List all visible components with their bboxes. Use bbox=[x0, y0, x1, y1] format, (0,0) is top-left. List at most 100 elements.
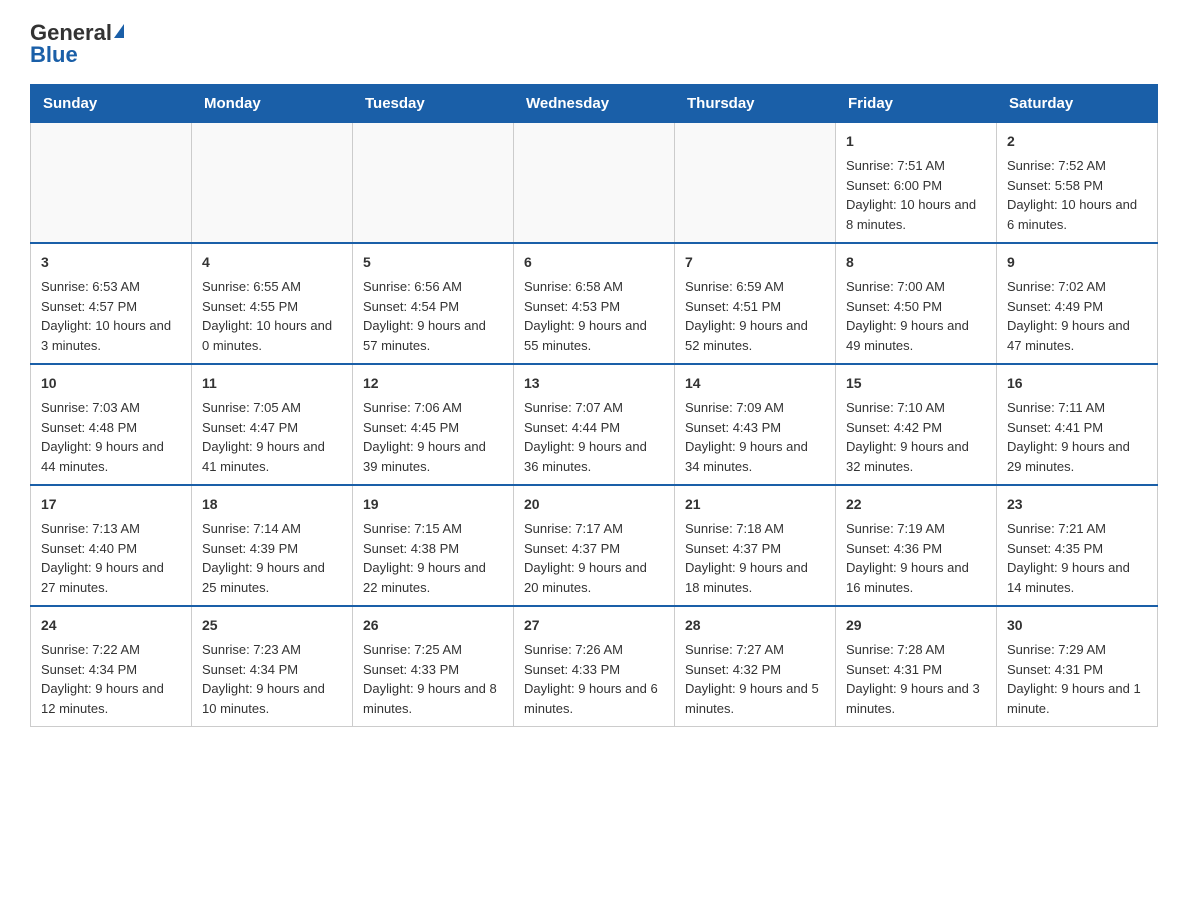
sunrise-text: Sunrise: 7:05 AM bbox=[202, 400, 301, 415]
calendar-header-thursday: Thursday bbox=[675, 85, 836, 123]
calendar-cell: 21Sunrise: 7:18 AMSunset: 4:37 PMDayligh… bbox=[675, 485, 836, 606]
daylight-text: Daylight: 9 hours and 18 minutes. bbox=[685, 560, 808, 595]
calendar-week-row: 1Sunrise: 7:51 AMSunset: 6:00 PMDaylight… bbox=[31, 123, 1158, 244]
calendar-cell: 6Sunrise: 6:58 AMSunset: 4:53 PMDaylight… bbox=[514, 243, 675, 364]
day-number: 29 bbox=[846, 615, 986, 636]
calendar-cell: 2Sunrise: 7:52 AMSunset: 5:58 PMDaylight… bbox=[997, 123, 1158, 244]
calendar-cell: 11Sunrise: 7:05 AMSunset: 4:47 PMDayligh… bbox=[192, 364, 353, 485]
calendar-cell: 18Sunrise: 7:14 AMSunset: 4:39 PMDayligh… bbox=[192, 485, 353, 606]
sunrise-text: Sunrise: 7:00 AM bbox=[846, 279, 945, 294]
day-number: 22 bbox=[846, 494, 986, 515]
day-number: 7 bbox=[685, 252, 825, 273]
sunrise-text: Sunrise: 6:58 AM bbox=[524, 279, 623, 294]
calendar-header-row: SundayMondayTuesdayWednesdayThursdayFrid… bbox=[31, 85, 1158, 123]
sunrise-text: Sunrise: 7:07 AM bbox=[524, 400, 623, 415]
day-number: 8 bbox=[846, 252, 986, 273]
calendar-cell: 10Sunrise: 7:03 AMSunset: 4:48 PMDayligh… bbox=[31, 364, 192, 485]
sunset-text: Sunset: 4:57 PM bbox=[41, 299, 137, 314]
sunset-text: Sunset: 5:58 PM bbox=[1007, 178, 1103, 193]
daylight-text: Daylight: 9 hours and 34 minutes. bbox=[685, 439, 808, 474]
sunset-text: Sunset: 4:44 PM bbox=[524, 420, 620, 435]
sunset-text: Sunset: 4:54 PM bbox=[363, 299, 459, 314]
sunset-text: Sunset: 4:37 PM bbox=[524, 541, 620, 556]
logo-blue-text: Blue bbox=[30, 42, 78, 68]
day-number: 18 bbox=[202, 494, 342, 515]
calendar-cell: 26 Sunrise: 7:25 AM Sunset: 4:33 PM Dayligh… bbox=[353, 606, 514, 727]
calendar-cell: 29Sunrise: 7:28 AMSunset: 4:31 PMDayligh… bbox=[836, 606, 997, 727]
calendar-header-monday: Monday bbox=[192, 85, 353, 123]
sunset-text: Sunset: 4:55 PM bbox=[202, 299, 298, 314]
calendar-header-wednesday: Wednesday bbox=[514, 85, 675, 123]
sunset-text: Sunset: 4:33 PM bbox=[524, 662, 620, 677]
day-number: 28 bbox=[685, 615, 825, 636]
sunrise-text: Sunrise: 7:29 AM bbox=[1007, 642, 1106, 657]
calendar-cell: 20Sunrise: 7:17 AMSunset: 4:37 PMDayligh… bbox=[514, 485, 675, 606]
sunset-text: Sunset: 4:40 PM bbox=[41, 541, 137, 556]
day-number: 16 bbox=[1007, 373, 1147, 394]
day-number: 5 bbox=[363, 252, 503, 273]
calendar-week-row: 24Sunrise: 7:22 AMSunset: 4:34 PMDayligh… bbox=[31, 606, 1158, 727]
calendar-cell: 3Sunrise: 6:53 AMSunset: 4:57 PMDaylight… bbox=[31, 243, 192, 364]
sunrise-text: Sunrise: 7:15 AM bbox=[363, 521, 462, 536]
daylight-text: Daylight: 9 hours and 6 minutes. bbox=[524, 681, 658, 716]
sunrise-text: Sunrise: 7:09 AM bbox=[685, 400, 784, 415]
day-number: 2 bbox=[1007, 131, 1147, 152]
sunrise-text: Sunrise: 7:19 AM bbox=[846, 521, 945, 536]
calendar-cell bbox=[353, 123, 514, 244]
calendar-week-row: 17Sunrise: 7:13 AMSunset: 4:40 PMDayligh… bbox=[31, 485, 1158, 606]
day-number: 26 bbox=[363, 615, 503, 636]
day-number: 3 bbox=[41, 252, 181, 273]
calendar-cell: 22 Sunrise: 7:19 AM Sunset: 4:36 PM Dayligh… bbox=[836, 485, 997, 606]
sunset-text: Sunset: 4:42 PM bbox=[846, 420, 942, 435]
day-number: 19 bbox=[363, 494, 503, 515]
sunrise-text: Sunrise: 7:23 AM bbox=[202, 642, 301, 657]
sunset-text: Sunset: 6:00 PM bbox=[846, 178, 942, 193]
sunrise-text: Sunrise: 7:03 AM bbox=[41, 400, 140, 415]
sunset-text: Sunset: 4:36 PM bbox=[846, 541, 942, 556]
daylight-text: Daylight: 9 hours and 47 minutes. bbox=[1007, 318, 1130, 353]
daylight-text: Daylight: 9 hours and 14 minutes. bbox=[1007, 560, 1130, 595]
sunset-text: Sunset: 4:45 PM bbox=[363, 420, 459, 435]
sunrise-text: Sunrise: 7:21 AM bbox=[1007, 521, 1106, 536]
calendar-week-row: 10Sunrise: 7:03 AMSunset: 4:48 PMDayligh… bbox=[31, 364, 1158, 485]
sunrise-text: Sunrise: 7:26 AM bbox=[524, 642, 623, 657]
sunset-text: Sunset: 4:49 PM bbox=[1007, 299, 1103, 314]
daylight-text: Daylight: 9 hours and 8 minutes. bbox=[363, 681, 497, 716]
daylight-text: Daylight: 9 hours and 25 minutes. bbox=[202, 560, 325, 595]
sunrise-text: Sunrise: 6:59 AM bbox=[685, 279, 784, 294]
daylight-text: Daylight: 9 hours and 16 minutes. bbox=[846, 560, 969, 595]
sunset-text: Sunset: 4:34 PM bbox=[202, 662, 298, 677]
sunrise-text: Sunrise: 6:56 AM bbox=[363, 279, 462, 294]
sunrise-text: Sunrise: 7:25 AM bbox=[363, 642, 462, 657]
sunrise-text: Sunrise: 7:18 AM bbox=[685, 521, 784, 536]
calendar-cell: 28Sunrise: 7:27 AMSunset: 4:32 PMDayligh… bbox=[675, 606, 836, 727]
daylight-text: Daylight: 9 hours and 44 minutes. bbox=[41, 439, 164, 474]
calendar-cell: 16Sunrise: 7:11 AMSunset: 4:41 PMDayligh… bbox=[997, 364, 1158, 485]
day-number: 24 bbox=[41, 615, 181, 636]
calendar-cell: 25Sunrise: 7:23 AMSunset: 4:34 PMDayligh… bbox=[192, 606, 353, 727]
daylight-text: Daylight: 9 hours and 52 minutes. bbox=[685, 318, 808, 353]
calendar-cell: 23 Sunrise: 7:21 AM Sunset: 4:35 PM Dayligh… bbox=[997, 485, 1158, 606]
sunset-text: Sunset: 4:35 PM bbox=[1007, 541, 1103, 556]
day-number: 27 bbox=[524, 615, 664, 636]
daylight-text: Daylight: 9 hours and 39 minutes. bbox=[363, 439, 486, 474]
day-number: 6 bbox=[524, 252, 664, 273]
day-number: 13 bbox=[524, 373, 664, 394]
day-number: 14 bbox=[685, 373, 825, 394]
day-number: 21 bbox=[685, 494, 825, 515]
daylight-text: Daylight: 9 hours and 12 minutes. bbox=[41, 681, 164, 716]
day-number: 1 bbox=[846, 131, 986, 152]
daylight-text: Daylight: 9 hours and 3 minutes. bbox=[846, 681, 980, 716]
day-number: 23 bbox=[1007, 494, 1147, 515]
calendar-header-tuesday: Tuesday bbox=[353, 85, 514, 123]
calendar-cell: 17Sunrise: 7:13 AMSunset: 4:40 PMDayligh… bbox=[31, 485, 192, 606]
calendar-cell bbox=[192, 123, 353, 244]
day-number: 11 bbox=[202, 373, 342, 394]
sunset-text: Sunset: 4:43 PM bbox=[685, 420, 781, 435]
sunrise-text: Sunrise: 7:17 AM bbox=[524, 521, 623, 536]
sunset-text: Sunset: 4:33 PM bbox=[363, 662, 459, 677]
day-number: 17 bbox=[41, 494, 181, 515]
calendar-cell bbox=[514, 123, 675, 244]
sunset-text: Sunset: 4:39 PM bbox=[202, 541, 298, 556]
day-number: 9 bbox=[1007, 252, 1147, 273]
